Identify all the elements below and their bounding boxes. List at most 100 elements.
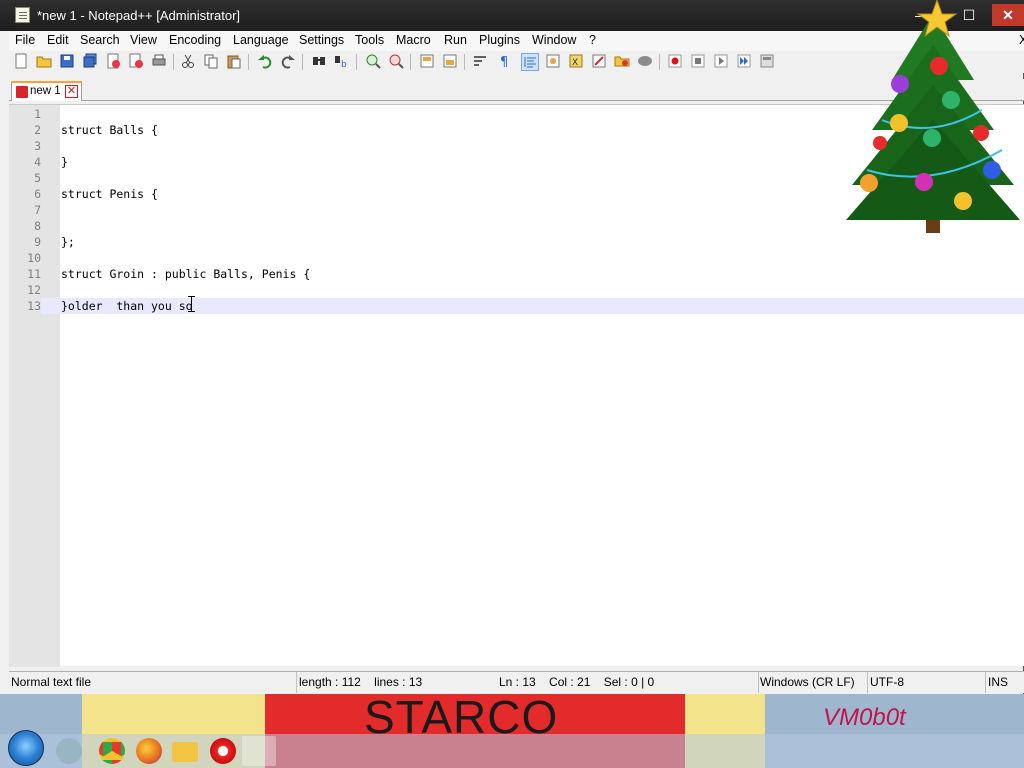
play-macro-icon[interactable] — [712, 53, 730, 71]
opera-icon[interactable] — [210, 738, 236, 764]
menu-plugins[interactable]: Plugins — [479, 33, 520, 47]
line-number: 9 — [34, 235, 41, 249]
editor-line[interactable]: 10 — [9, 250, 1024, 266]
status-encoding[interactable]: UTF-8 — [868, 672, 986, 693]
menu-view[interactable]: View — [130, 33, 157, 47]
window-title: *new 1 - Notepad++ [Administrator] — [37, 8, 241, 23]
line-text[interactable]: }older than you so — [61, 298, 193, 314]
menu-settings[interactable]: Settings — [299, 33, 344, 47]
notepadpp-app-icon[interactable] — [15, 7, 30, 23]
cut-icon[interactable] — [179, 53, 197, 71]
status-insert-mode[interactable]: INS — [986, 672, 1024, 693]
line-number: 2 — [34, 123, 41, 137]
show-all-characters-icon[interactable]: ¶ — [495, 53, 513, 71]
notepadpp-icon[interactable] — [242, 736, 276, 766]
unsaved-file-icon — [16, 86, 28, 98]
copy-icon[interactable] — [202, 53, 220, 71]
toolbar-separator — [173, 54, 174, 70]
line-text[interactable]: struct Groin : public Balls, Penis { — [61, 266, 310, 282]
line-text[interactable]: struct Penis { — [61, 186, 158, 202]
menu-macro[interactable]: Macro — [396, 33, 431, 47]
line-number: 6 — [34, 187, 41, 201]
new-file-icon[interactable] — [12, 53, 30, 71]
stop-macro-icon[interactable] — [689, 53, 707, 71]
toolbar-separator — [659, 54, 660, 70]
start-orb-icon[interactable] — [8, 730, 44, 766]
menu-encoding[interactable]: Encoding — [169, 33, 221, 47]
line-number: 3 — [34, 139, 41, 153]
status-length: length : 112 lines : 13 — [297, 672, 499, 693]
close-tab-button[interactable]: ✕ — [65, 85, 78, 98]
svg-text:X: X — [572, 58, 578, 68]
wallpaper-signature: VM0b0t — [823, 704, 906, 731]
mouse-ibeam-cursor — [188, 296, 198, 312]
ie-icon[interactable] — [56, 738, 82, 764]
toolbar-separator — [302, 54, 303, 70]
line-text[interactable]: struct Balls { — [61, 122, 158, 138]
menu-file[interactable]: File — [15, 33, 35, 47]
toolbar-separator — [410, 54, 411, 70]
line-number: 12 — [27, 283, 41, 297]
sync-vertical-icon[interactable] — [418, 53, 436, 71]
close-icon[interactable] — [104, 53, 122, 71]
line-number: 11 — [27, 267, 41, 281]
save-all-icon[interactable] — [81, 53, 99, 71]
editor-line[interactable]: 11 struct Groin : public Balls, Penis { — [9, 266, 1024, 282]
save-icon[interactable] — [58, 53, 76, 71]
user-language-icon[interactable] — [544, 53, 562, 71]
menu-search[interactable]: Search — [80, 33, 120, 47]
toolbar-separator — [248, 54, 249, 70]
document-map-icon[interactable] — [590, 53, 608, 71]
run-macro-multiple-icon[interactable] — [735, 53, 753, 71]
sync-horizontal-icon[interactable] — [441, 53, 459, 71]
line-number: 8 — [34, 219, 41, 233]
open-file-icon[interactable] — [35, 53, 53, 71]
folder-as-workspace-icon[interactable] — [613, 53, 631, 71]
line-text[interactable]: } — [61, 154, 68, 170]
zoom-in-icon[interactable] — [364, 53, 382, 71]
line-number: 5 — [34, 171, 41, 185]
desktop: STARCO VM0b0t — [0, 694, 1024, 768]
status-file-type: Normal text file — [9, 672, 297, 693]
status-bar: Normal text file length : 112 lines : 13… — [9, 671, 1024, 693]
menu-language[interactable]: Language — [233, 33, 289, 47]
word-wrap-icon[interactable] — [472, 53, 490, 71]
menu-window[interactable]: Window — [532, 33, 576, 47]
function-list-icon[interactable]: X — [567, 53, 585, 71]
firefox-icon[interactable] — [136, 738, 162, 764]
monitoring-icon[interactable] — [636, 53, 654, 71]
undo-icon[interactable] — [256, 53, 274, 71]
status-lines-value: lines : 13 — [374, 675, 423, 689]
menu-tools[interactable]: Tools — [355, 33, 384, 47]
menu-help[interactable]: ? — [589, 33, 596, 47]
record-macro-icon[interactable] — [666, 53, 684, 71]
menu-run[interactable]: Run — [444, 33, 467, 47]
taskbar — [0, 734, 1024, 768]
zoom-out-icon[interactable] — [387, 53, 405, 71]
status-ln: Ln : 13 — [499, 675, 536, 689]
line-number: 1 — [34, 107, 41, 121]
redo-icon[interactable] — [279, 53, 297, 71]
menu-edit[interactable]: Edit — [47, 33, 69, 47]
explorer-icon[interactable] — [172, 742, 198, 762]
paste-icon[interactable] — [225, 53, 243, 71]
save-macro-icon[interactable] — [758, 53, 776, 71]
chrome-icon[interactable] — [99, 738, 125, 764]
editor-line[interactable]: 12 — [9, 282, 1024, 298]
close-all-icon[interactable] — [127, 53, 145, 71]
line-number: 4 — [34, 155, 41, 169]
status-sel: Sel : 0 | 0 — [603, 675, 655, 689]
tab-new-1[interactable]: new 1 ✕ — [11, 81, 82, 101]
editor-current-line[interactable]: 13 }older than you so — [9, 298, 1024, 314]
toolbar-separator — [356, 54, 357, 70]
find-icon[interactable] — [310, 53, 328, 71]
print-icon[interactable] — [150, 53, 168, 71]
replace-icon[interactable]: b — [333, 53, 351, 71]
toolbar-separator — [464, 54, 465, 70]
line-number: 10 — [27, 251, 41, 265]
indent-guide-icon[interactable] — [521, 53, 539, 71]
status-col: Col : 21 — [549, 675, 591, 689]
line-text[interactable]: }; — [61, 234, 75, 250]
status-length-value: length : 112 — [299, 675, 361, 689]
status-eol[interactable]: Windows (CR LF) — [758, 672, 868, 693]
